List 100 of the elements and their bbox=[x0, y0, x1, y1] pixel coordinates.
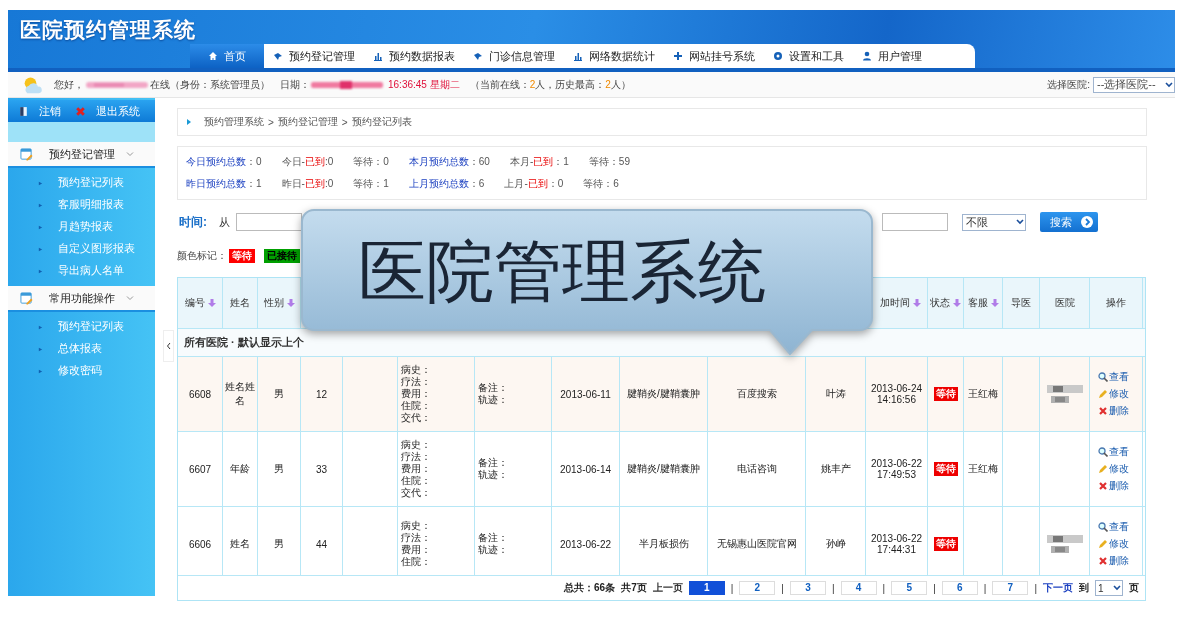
chevron-icon bbox=[125, 149, 135, 159]
status-select[interactable]: 不限 bbox=[962, 213, 1026, 231]
action-link[interactable]: 查看 bbox=[1098, 445, 1129, 459]
history-label: 费用： bbox=[401, 388, 431, 400]
source-cell: 电话咨询 bbox=[736, 462, 777, 476]
sidebar-section-header[interactable]: 常用功能操作 bbox=[8, 286, 155, 312]
user-icon bbox=[862, 51, 872, 61]
nav-tab[interactable]: 网站挂号系统 bbox=[664, 44, 764, 68]
sort-arrow-icon[interactable] bbox=[953, 299, 961, 307]
sort-arrow-icon[interactable] bbox=[990, 299, 999, 307]
id-cell: 6608 bbox=[188, 388, 212, 400]
column-header: 加时间 bbox=[880, 296, 910, 310]
sort-arrow-icon[interactable] bbox=[913, 299, 921, 307]
action-link[interactable]: 删除 bbox=[1098, 554, 1129, 568]
table-row[interactable]: 6608 姓名姓名 男 12 病史： 疗法： 费用： 住院： 交代： 备注： 轨迹： 2013-06-11 腱鞘炎/腱鞘囊肿 百度搜索 叶涛 2013-06-24 14:16:56 等待 王红梅 查看 修改 删除 bbox=[178, 357, 1145, 432]
page-divider: | bbox=[831, 582, 835, 594]
sidebar-action[interactable]: 注销 bbox=[18, 103, 61, 119]
source-cell: 百度搜索 bbox=[736, 387, 777, 401]
nav-tab[interactable]: 预约数据报表 bbox=[364, 44, 464, 68]
nav-tab[interactable]: 首页 bbox=[190, 44, 264, 68]
start-date-field[interactable] bbox=[236, 213, 302, 231]
name-cell: 年龄 bbox=[230, 462, 250, 476]
action-link[interactable]: 查看 bbox=[1098, 370, 1129, 384]
column-header: 导医 bbox=[1011, 296, 1031, 310]
breadcrumb-link[interactable]: 预约登记列表 bbox=[351, 115, 412, 129]
collapse-handle[interactable] bbox=[163, 330, 174, 362]
page-button[interactable]: 4 bbox=[840, 581, 877, 595]
sort-arrow-icon[interactable] bbox=[207, 299, 216, 307]
id-cell: 6606 bbox=[188, 538, 212, 550]
added-time-cell: 2013-06-24 bbox=[870, 383, 923, 394]
chart-icon bbox=[373, 51, 383, 61]
triangle-icon bbox=[186, 119, 192, 125]
stat-text: 今日-已到:0 bbox=[281, 155, 334, 169]
page-button[interactable]: 3 bbox=[789, 581, 826, 595]
column-header: 状态 bbox=[930, 296, 950, 310]
action-link[interactable]: 修改 bbox=[1098, 387, 1129, 401]
action-link[interactable]: 查看 bbox=[1098, 520, 1129, 534]
action-link[interactable]: 修改 bbox=[1098, 537, 1129, 551]
bullet-icon bbox=[38, 368, 43, 374]
column-header: 操作 bbox=[1106, 296, 1126, 310]
caret-icon bbox=[1015, 217, 1025, 227]
breadcrumb-link[interactable]: 预约管理系统 bbox=[204, 115, 264, 129]
notepad-icon bbox=[20, 291, 33, 305]
page-divider: | bbox=[730, 582, 734, 594]
added-time-cell: 2013-06-22 bbox=[870, 533, 923, 544]
nav-tab[interactable]: 网络数据统计 bbox=[564, 44, 664, 68]
nav-tab[interactable]: 设置和工具 bbox=[764, 44, 853, 68]
search-button[interactable]: 搜索 bbox=[1040, 212, 1098, 232]
added-time-cell: 17:44:31 bbox=[877, 544, 916, 555]
diagnosis-cell: 半月板损伤 bbox=[638, 537, 689, 551]
pencil-icon bbox=[1098, 539, 1108, 549]
history-label: 费用： bbox=[401, 463, 431, 475]
remark-label: 轨迹： bbox=[478, 469, 508, 481]
time-label: 时间: bbox=[179, 213, 207, 231]
plus-icon bbox=[673, 51, 683, 61]
doctor-cell: 孙峥 bbox=[825, 537, 846, 551]
delete-icon bbox=[1098, 406, 1108, 416]
status-badge: 等待 bbox=[933, 537, 958, 551]
online-text: （当前在线：2人，历史最高：2人） bbox=[469, 77, 631, 92]
gender-cell: 男 bbox=[274, 537, 284, 551]
remark-label: 备注： bbox=[478, 532, 508, 544]
nav-tab[interactable]: 门诊信息管理 bbox=[464, 44, 564, 68]
column-header: 客服 bbox=[967, 296, 988, 310]
stat-text: 上月-已到：0 bbox=[504, 177, 564, 191]
bullet-icon bbox=[38, 246, 43, 252]
chart-icon bbox=[573, 51, 583, 61]
gender-cell: 男 bbox=[274, 462, 284, 476]
action-link[interactable]: 删除 bbox=[1098, 479, 1129, 493]
bullet-icon bbox=[38, 324, 43, 330]
history-label: 住院： bbox=[401, 400, 431, 412]
hospital-select[interactable]: --选择医院-- bbox=[1093, 76, 1175, 93]
action-link[interactable]: 删除 bbox=[1098, 404, 1129, 418]
legend-tag: 等待 bbox=[229, 249, 255, 263]
prev-page-link[interactable]: 上一页 bbox=[652, 581, 683, 595]
nav-tab[interactable]: 用户管理 bbox=[853, 44, 931, 68]
page-button[interactable]: 6 bbox=[941, 581, 978, 595]
breadcrumb-link[interactable]: 预约登记管理 bbox=[277, 115, 338, 129]
arrow-icon bbox=[273, 51, 283, 61]
page-button[interactable]: 5 bbox=[891, 581, 928, 595]
next-page-link[interactable]: 下一页 bbox=[1043, 581, 1073, 595]
age-cell: 33 bbox=[315, 463, 328, 475]
history-label: 疗法： bbox=[401, 376, 431, 388]
sidebar-section-header[interactable]: 预约登记管理 bbox=[8, 142, 155, 168]
breadcrumb-separator: > bbox=[341, 116, 348, 128]
history-label: 病史： bbox=[401, 439, 431, 451]
stat-text: 等待：6 bbox=[583, 177, 619, 191]
page-divider: | bbox=[781, 582, 784, 594]
legend-label: 颜色标记： bbox=[177, 249, 227, 263]
page-button[interactable]: 7 bbox=[992, 581, 1029, 595]
page-suffix: 页 bbox=[1129, 581, 1139, 595]
nav-tab[interactable]: 预约登记管理 bbox=[264, 44, 364, 68]
breadcrumb-separator: > bbox=[268, 116, 274, 128]
page-button[interactable]: 2 bbox=[739, 581, 776, 595]
page-button[interactable]: 1 bbox=[688, 581, 725, 595]
keyword-field[interactable] bbox=[882, 213, 948, 231]
name-cell: 姓名姓名 bbox=[225, 380, 255, 408]
page-select[interactable]: 1 bbox=[1095, 580, 1123, 596]
table-row[interactable]: 6607 年龄 男 33 病史： 疗法： 费用： 住院： 交代： 备注： 轨迹： 2013-06-14 腱鞘炎/腱鞘囊肿 电话咨询 姚丰产 2013-06-22 17:49:53 等待 王红梅 查看 修改 删除 bbox=[178, 432, 1145, 507]
sort-arrow-icon[interactable] bbox=[286, 299, 295, 307]
action-link[interactable]: 修改 bbox=[1098, 462, 1129, 476]
